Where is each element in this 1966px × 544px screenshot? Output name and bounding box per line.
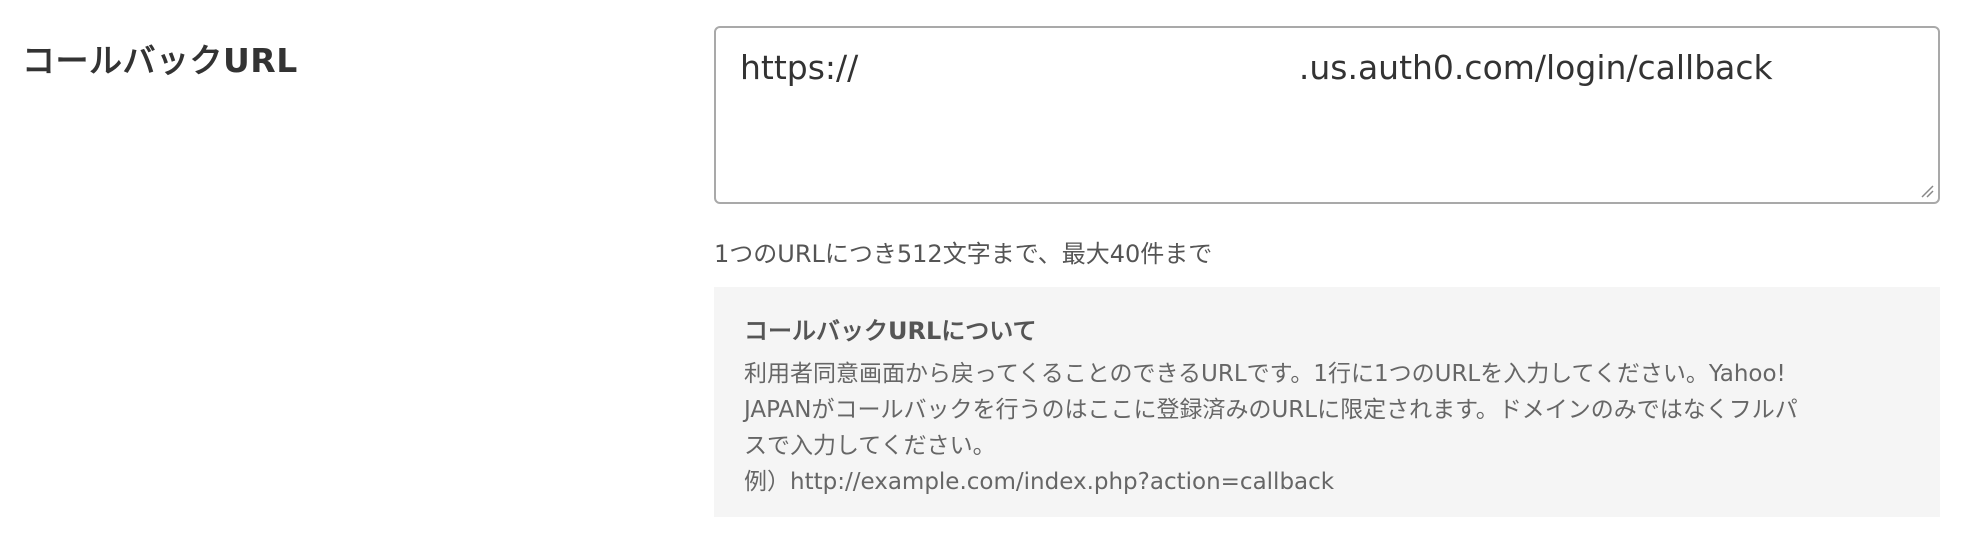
- info-line: JAPANがコールバックを行うのはここに登録済みのURLに限定されます。ドメイン…: [744, 397, 1798, 423]
- info-example-line: 例）http://example.com/index.php?action=ca…: [744, 469, 1335, 495]
- callback-url-info-box: コールバックURLについて 利用者同意画面から戻ってくることのできるURLです。…: [714, 287, 1940, 517]
- callback-url-label: コールバックURL: [22, 41, 298, 80]
- info-line: スで入力してください。: [744, 433, 996, 459]
- info-body: 利用者同意画面から戻ってくることのできるURLです。1行に1つのURLを入力して…: [744, 356, 1910, 500]
- callback-url-hint: 1つのURLにつき512文字まで、最大40件まで: [714, 240, 1213, 268]
- callback-url-value[interactable]: https:// .us.auth0.com/login/callback: [740, 48, 1773, 87]
- resize-grip-icon[interactable]: [1918, 182, 1934, 198]
- info-title: コールバックURLについて: [744, 317, 1037, 345]
- info-line: 利用者同意画面から戻ってくることのできるURLです。1行に1つのURLを入力して…: [744, 361, 1786, 387]
- callback-url-textarea[interactable]: https:// .us.auth0.com/login/callback: [714, 26, 1940, 204]
